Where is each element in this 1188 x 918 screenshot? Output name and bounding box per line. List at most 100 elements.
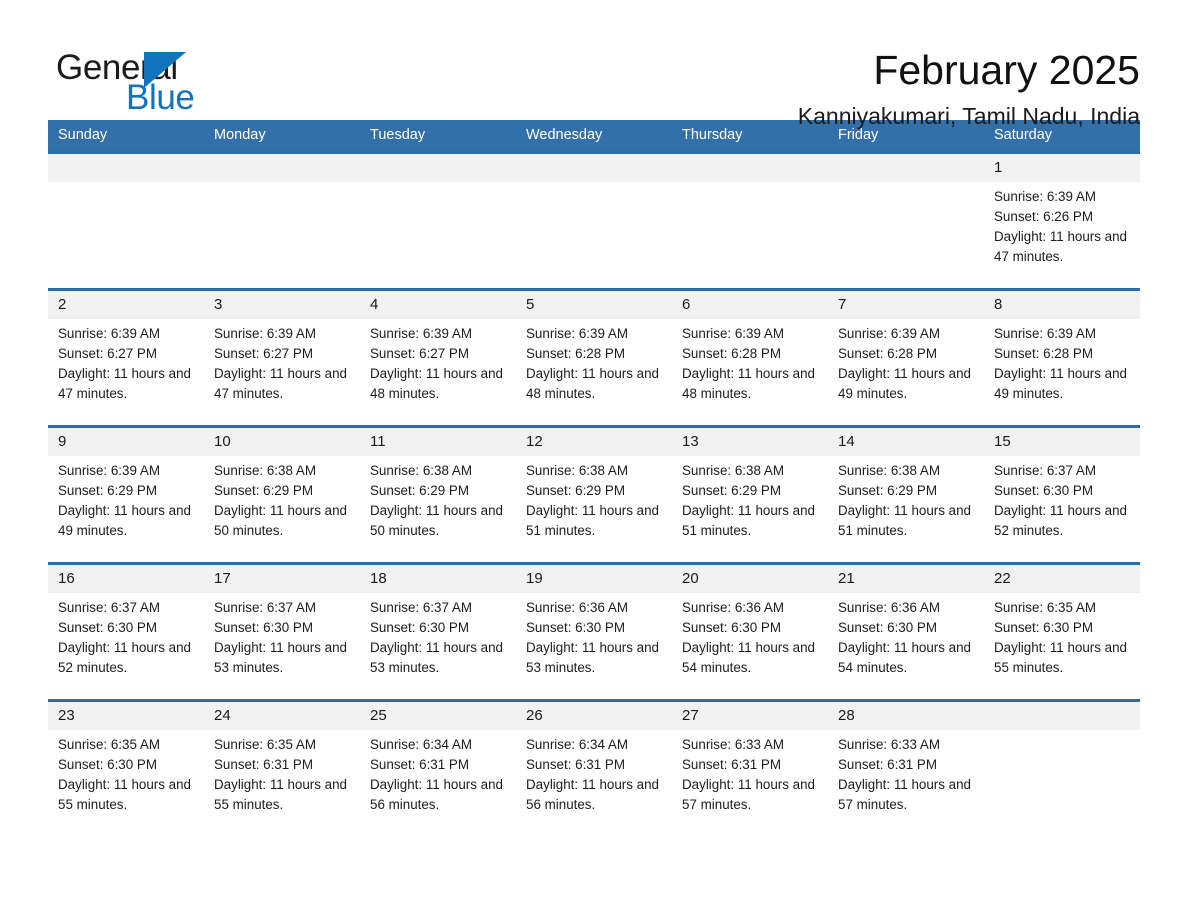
day-details: Sunrise: 6:33 AM Sunset: 6:31 PM Dayligh… [672, 730, 828, 815]
day-cell[interactable]: 15 Sunrise: 6:37 AM Sunset: 6:30 PM Dayl… [984, 425, 1140, 564]
sunset-text: Sunset: 6:31 PM [838, 757, 937, 772]
daylight-text: Daylight: 11 hours and 47 minutes. [58, 366, 191, 401]
day-number: 16 [48, 565, 204, 593]
sunrise-text: Sunrise: 6:36 AM [526, 600, 628, 615]
day-cell[interactable]: 9 Sunrise: 6:39 AM Sunset: 6:29 PM Dayli… [48, 425, 204, 564]
daylight-text: Daylight: 11 hours and 53 minutes. [526, 640, 659, 675]
day-number: 10 [204, 428, 360, 456]
day-cell[interactable] [516, 151, 672, 290]
title-block: February 2025 Kanniyakumari, Tamil Nadu,… [798, 44, 1140, 131]
day-details: Sunrise: 6:39 AM Sunset: 6:27 PM Dayligh… [204, 319, 360, 404]
daylight-text: Daylight: 11 hours and 55 minutes. [58, 777, 191, 812]
day-number [984, 702, 1140, 730]
day-number: 25 [360, 702, 516, 730]
day-details: Sunrise: 6:39 AM Sunset: 6:28 PM Dayligh… [984, 319, 1140, 404]
sunset-text: Sunset: 6:31 PM [526, 757, 625, 772]
day-cell[interactable]: 16 Sunrise: 6:37 AM Sunset: 6:30 PM Dayl… [48, 562, 204, 701]
sunrise-text: Sunrise: 6:39 AM [994, 189, 1096, 204]
sunrise-text: Sunrise: 6:39 AM [682, 326, 784, 341]
sunset-text: Sunset: 6:29 PM [682, 483, 781, 498]
day-details: Sunrise: 6:35 AM Sunset: 6:30 PM Dayligh… [984, 593, 1140, 678]
day-cell[interactable] [828, 151, 984, 290]
day-cell[interactable]: 3 Sunrise: 6:39 AM Sunset: 6:27 PM Dayli… [204, 288, 360, 427]
day-cell[interactable]: 1 Sunrise: 6:39 AM Sunset: 6:26 PM Dayli… [984, 151, 1140, 290]
sunrise-text: Sunrise: 6:35 AM [994, 600, 1096, 615]
day-details: Sunrise: 6:39 AM Sunset: 6:28 PM Dayligh… [828, 319, 984, 404]
sunset-text: Sunset: 6:28 PM [526, 346, 625, 361]
day-cell[interactable]: 8 Sunrise: 6:39 AM Sunset: 6:28 PM Dayli… [984, 288, 1140, 427]
day-number: 20 [672, 565, 828, 593]
day-cell[interactable]: 10 Sunrise: 6:38 AM Sunset: 6:29 PM Dayl… [204, 425, 360, 564]
day-cell[interactable] [360, 151, 516, 290]
day-cell[interactable]: 4 Sunrise: 6:39 AM Sunset: 6:27 PM Dayli… [360, 288, 516, 427]
day-number: 7 [828, 291, 984, 319]
daylight-text: Daylight: 11 hours and 54 minutes. [682, 640, 815, 675]
day-cell[interactable]: 12 Sunrise: 6:38 AM Sunset: 6:29 PM Dayl… [516, 425, 672, 564]
day-cell[interactable]: 11 Sunrise: 6:38 AM Sunset: 6:29 PM Dayl… [360, 425, 516, 564]
daylight-text: Daylight: 11 hours and 53 minutes. [370, 640, 503, 675]
daylight-text: Daylight: 11 hours and 57 minutes. [838, 777, 971, 812]
day-cell[interactable]: 17 Sunrise: 6:37 AM Sunset: 6:30 PM Dayl… [204, 562, 360, 701]
sunrise-text: Sunrise: 6:36 AM [682, 600, 784, 615]
daylight-text: Daylight: 11 hours and 56 minutes. [370, 777, 503, 812]
sunrise-text: Sunrise: 6:38 AM [682, 463, 784, 478]
calendar-week-row: 9 Sunrise: 6:39 AM Sunset: 6:29 PM Dayli… [48, 425, 1140, 564]
sunset-text: Sunset: 6:29 PM [838, 483, 937, 498]
daylight-text: Daylight: 11 hours and 53 minutes. [214, 640, 347, 675]
day-cell[interactable]: 23 Sunrise: 6:35 AM Sunset: 6:30 PM Dayl… [48, 699, 204, 836]
day-details: Sunrise: 6:39 AM Sunset: 6:28 PM Dayligh… [672, 319, 828, 404]
day-number: 2 [48, 291, 204, 319]
day-cell[interactable]: 20 Sunrise: 6:36 AM Sunset: 6:30 PM Dayl… [672, 562, 828, 701]
sunset-text: Sunset: 6:28 PM [994, 346, 1093, 361]
day-cell[interactable]: 21 Sunrise: 6:36 AM Sunset: 6:30 PM Dayl… [828, 562, 984, 701]
daylight-text: Daylight: 11 hours and 49 minutes. [994, 366, 1127, 401]
daylight-text: Daylight: 11 hours and 51 minutes. [682, 503, 815, 538]
day-number [672, 154, 828, 182]
weekday-header-monday: Monday [204, 120, 360, 153]
sunset-text: Sunset: 6:29 PM [58, 483, 157, 498]
sunrise-text: Sunrise: 6:39 AM [994, 326, 1096, 341]
day-details: Sunrise: 6:37 AM Sunset: 6:30 PM Dayligh… [204, 593, 360, 678]
day-cell[interactable]: 5 Sunrise: 6:39 AM Sunset: 6:28 PM Dayli… [516, 288, 672, 427]
day-cell[interactable] [48, 151, 204, 290]
day-cell[interactable]: 22 Sunrise: 6:35 AM Sunset: 6:30 PM Dayl… [984, 562, 1140, 701]
sunrise-text: Sunrise: 6:39 AM [526, 326, 628, 341]
day-cell[interactable]: 27 Sunrise: 6:33 AM Sunset: 6:31 PM Dayl… [672, 699, 828, 836]
day-number: 9 [48, 428, 204, 456]
calendar-week-row: 23 Sunrise: 6:35 AM Sunset: 6:30 PM Dayl… [48, 699, 1140, 836]
day-cell[interactable]: 2 Sunrise: 6:39 AM Sunset: 6:27 PM Dayli… [48, 288, 204, 427]
day-details [360, 182, 516, 187]
day-cell[interactable]: 6 Sunrise: 6:39 AM Sunset: 6:28 PM Dayli… [672, 288, 828, 427]
sunrise-text: Sunrise: 6:38 AM [838, 463, 940, 478]
day-number: 22 [984, 565, 1140, 593]
day-number: 19 [516, 565, 672, 593]
day-cell[interactable]: 14 Sunrise: 6:38 AM Sunset: 6:29 PM Dayl… [828, 425, 984, 564]
day-cell[interactable]: 28 Sunrise: 6:33 AM Sunset: 6:31 PM Dayl… [828, 699, 984, 836]
day-cell[interactable] [204, 151, 360, 290]
sunset-text: Sunset: 6:27 PM [370, 346, 469, 361]
day-cell[interactable]: 25 Sunrise: 6:34 AM Sunset: 6:31 PM Dayl… [360, 699, 516, 836]
day-cell[interactable]: 13 Sunrise: 6:38 AM Sunset: 6:29 PM Dayl… [672, 425, 828, 564]
day-details [828, 182, 984, 187]
day-details: Sunrise: 6:39 AM Sunset: 6:27 PM Dayligh… [48, 319, 204, 404]
day-cell[interactable]: 7 Sunrise: 6:39 AM Sunset: 6:28 PM Dayli… [828, 288, 984, 427]
sunrise-text: Sunrise: 6:37 AM [214, 600, 316, 615]
daylight-text: Daylight: 11 hours and 48 minutes. [682, 366, 815, 401]
day-number [360, 154, 516, 182]
daylight-text: Daylight: 11 hours and 50 minutes. [370, 503, 503, 538]
sunrise-text: Sunrise: 6:35 AM [58, 737, 160, 752]
day-cell[interactable]: 18 Sunrise: 6:37 AM Sunset: 6:30 PM Dayl… [360, 562, 516, 701]
day-cell[interactable] [984, 699, 1140, 836]
day-number [516, 154, 672, 182]
day-cell[interactable]: 24 Sunrise: 6:35 AM Sunset: 6:31 PM Dayl… [204, 699, 360, 836]
sunset-text: Sunset: 6:31 PM [214, 757, 313, 772]
day-cell[interactable]: 19 Sunrise: 6:36 AM Sunset: 6:30 PM Dayl… [516, 562, 672, 701]
sunset-text: Sunset: 6:29 PM [370, 483, 469, 498]
day-cell[interactable]: 26 Sunrise: 6:34 AM Sunset: 6:31 PM Dayl… [516, 699, 672, 836]
sunset-text: Sunset: 6:27 PM [214, 346, 313, 361]
day-number: 1 [984, 154, 1140, 182]
sunrise-text: Sunrise: 6:39 AM [370, 326, 472, 341]
day-number: 13 [672, 428, 828, 456]
day-number: 12 [516, 428, 672, 456]
day-cell[interactable] [672, 151, 828, 290]
